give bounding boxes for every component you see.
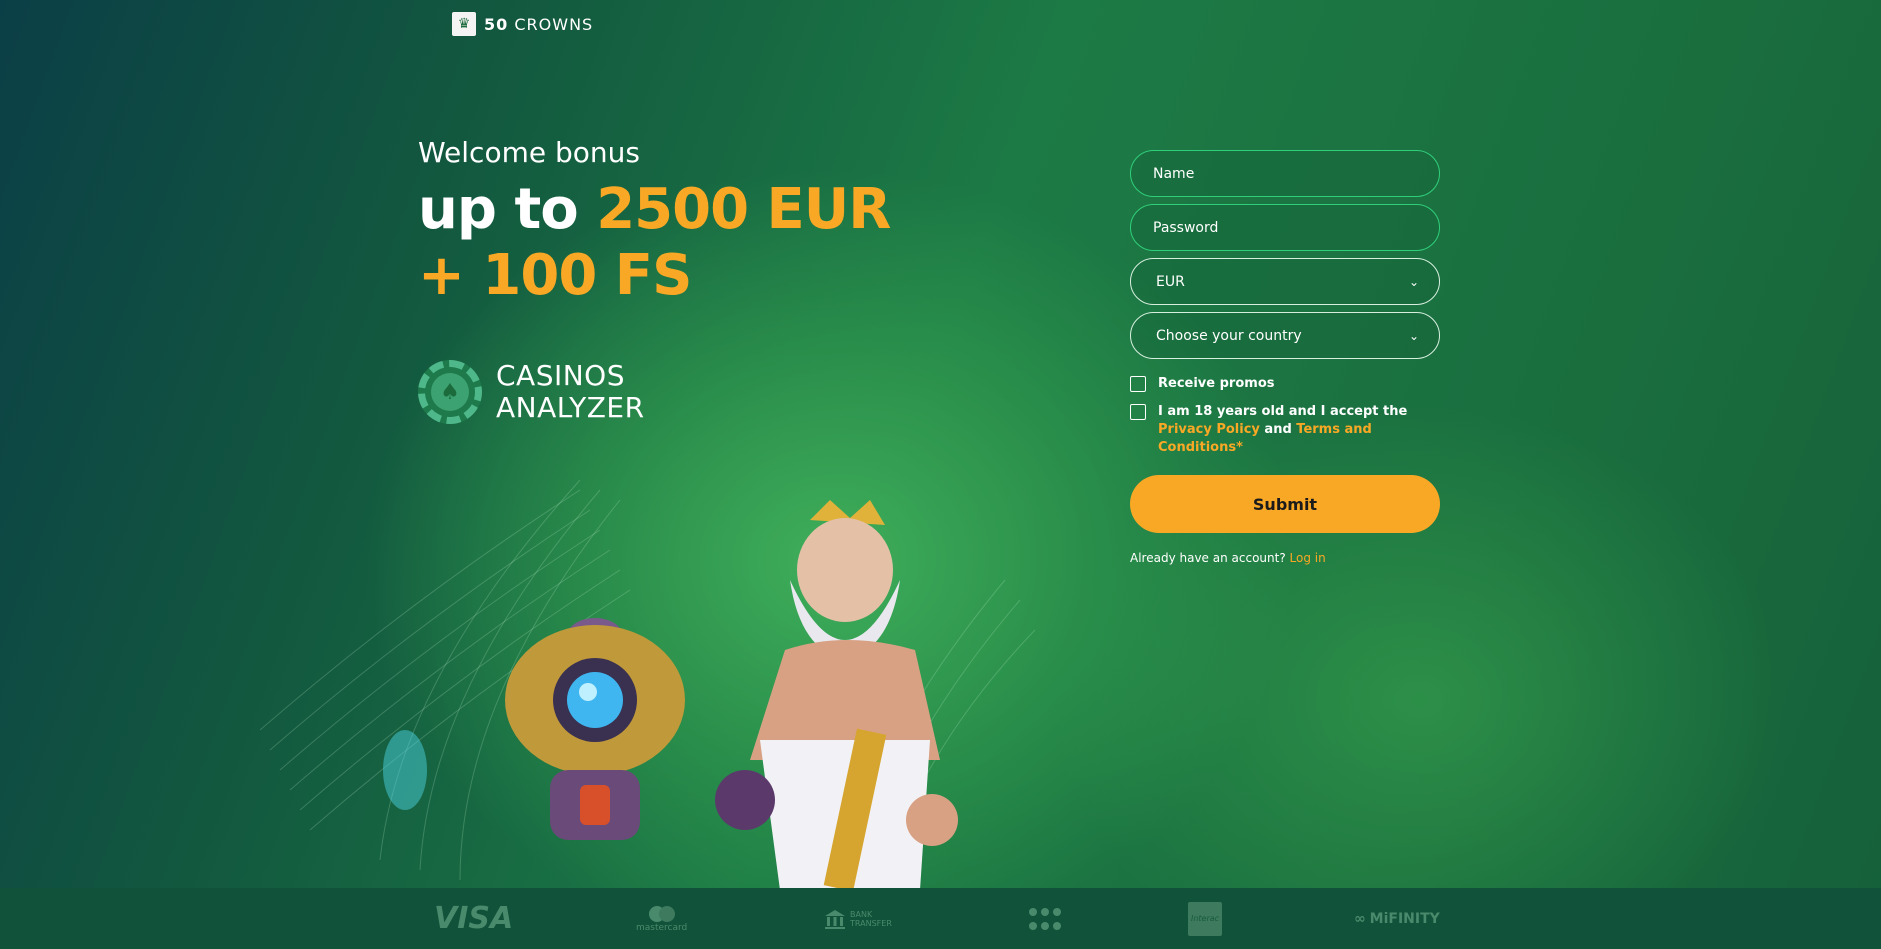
promo-block: Welcome bonus up to 2500 EUR + 100 FS	[418, 136, 891, 309]
consent-checkboxes: Receive promos I am 18 years old and I a…	[1130, 375, 1440, 457]
accept-terms-checkbox[interactable]	[1130, 404, 1146, 420]
hero-illustration	[260, 480, 1040, 888]
bank-icon	[825, 909, 845, 929]
bonus-headline: up to 2500 EUR + 100 FS	[418, 177, 891, 309]
receive-promos-row[interactable]: Receive promos	[1130, 375, 1440, 393]
dots-grid-icon	[1029, 907, 1061, 930]
bank-label-line-1: BANK	[850, 909, 873, 919]
brand-word: CROWNS	[514, 14, 594, 34]
bonus-line-1: up to 2500 EUR	[418, 177, 891, 243]
mastercard-label: mastercard	[636, 922, 688, 933]
country-select[interactable]: Choose your country ⌄	[1130, 312, 1440, 359]
currency-value: EUR	[1156, 273, 1185, 290]
casinos-analyzer-logo: ♠ CASINOS ANALYZER	[418, 360, 645, 424]
mifinity-label: MiFINITY	[1369, 910, 1440, 927]
password-placeholder: Password	[1153, 219, 1219, 236]
mifinity-logo: ∞ MiFINITY	[1354, 888, 1440, 949]
currency-select[interactable]: EUR ⌄	[1130, 258, 1440, 305]
password-input[interactable]: Password	[1130, 204, 1440, 251]
name-placeholder: Name	[1153, 165, 1195, 182]
spade-icon: ♠	[431, 373, 469, 411]
accept-terms-row[interactable]: I am 18 years old and I accept the Priva…	[1130, 403, 1440, 457]
bank-transfer-logo: BANK TRANSFER	[824, 888, 892, 949]
mifinity-icon: ∞	[1354, 910, 1366, 927]
interac-label: Interac	[1188, 901, 1222, 936]
login-prompt-text: Already have an account?	[1130, 551, 1290, 565]
brand-number: 50	[484, 14, 509, 34]
visa-logo: VISA	[434, 901, 514, 936]
and-text: and	[1259, 422, 1297, 437]
robot-character	[505, 618, 685, 840]
crown-icon: ♛	[452, 12, 476, 36]
bank-transfer-label: BANK TRANSFER	[850, 910, 892, 928]
receive-promos-checkbox[interactable]	[1130, 376, 1146, 392]
accept-terms-label: I am 18 years old and I accept the Priva…	[1158, 403, 1440, 457]
login-prompt: Already have an account? Log in	[1130, 551, 1440, 565]
privacy-policy-link[interactable]: Privacy Policy	[1158, 422, 1260, 437]
receive-promos-label: Receive promos	[1158, 376, 1275, 391]
country-value: Choose your country	[1156, 327, 1302, 344]
accept-terms-text: I am 18 years old and I accept the	[1158, 404, 1408, 419]
spade-chip-icon: ♠	[418, 360, 482, 424]
analyzer-line-1: CASINOS	[496, 359, 625, 392]
chevron-down-icon: ⌄	[1408, 328, 1419, 343]
mastercard-logo: mastercard	[636, 888, 687, 949]
chevron-down-icon: ⌄	[1408, 274, 1419, 289]
dots-payment-logo	[1028, 888, 1062, 949]
bonus-prefix: up to	[418, 177, 597, 242]
brand-logo[interactable]: ♛ 50 CROWNS	[452, 12, 593, 36]
analyzer-line-2: ANALYZER	[496, 391, 645, 424]
bonus-line-2: + 100 FS	[418, 243, 692, 308]
casinos-analyzer-name: CASINOS ANALYZER	[496, 360, 645, 424]
bonus-amount: 2500 EUR	[596, 177, 891, 242]
interac-logo: Interac	[1188, 888, 1222, 949]
login-link[interactable]: Log in	[1290, 551, 1326, 565]
welcome-bonus-label: Welcome bonus	[418, 136, 640, 169]
mastercard-icon	[648, 905, 675, 922]
payment-methods-bar: VISA mastercard BANK TRANSFER Interac ∞ …	[0, 888, 1881, 949]
registration-form: Name Password EUR ⌄ Choose your country …	[1130, 150, 1440, 565]
bank-label-line-2: TRANSFER	[850, 918, 892, 928]
name-input[interactable]: Name	[1130, 150, 1440, 197]
brand-name: 50 CROWNS	[484, 15, 593, 34]
zeus-character	[715, 500, 958, 888]
submit-button[interactable]: Submit	[1130, 475, 1440, 533]
